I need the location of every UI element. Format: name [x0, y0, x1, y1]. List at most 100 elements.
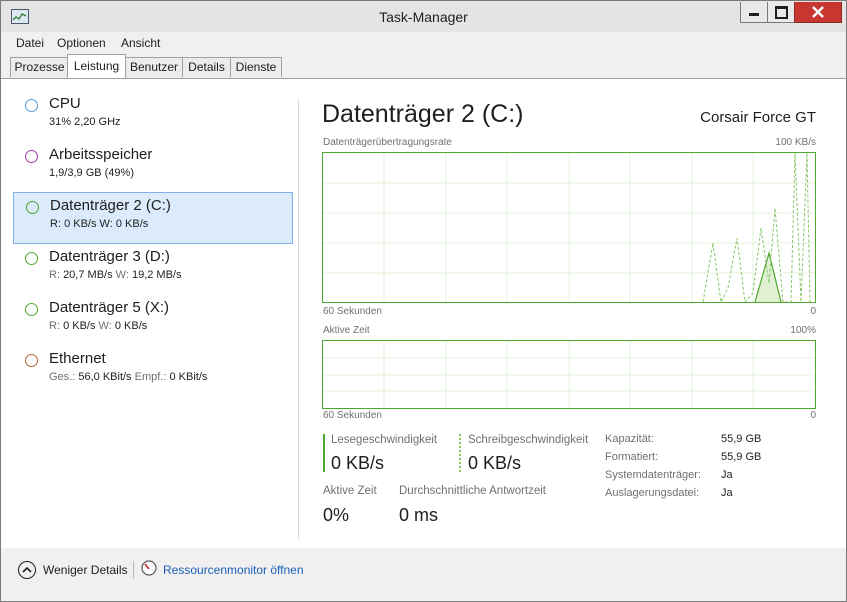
minimize-icon	[749, 13, 759, 16]
receive-value: 0 KBit/s	[169, 371, 208, 383]
system-disk-value: Ja	[721, 469, 733, 481]
sidebar-item-subtitle: R: 0 KB/s W: 0 KB/s	[49, 320, 147, 332]
send-label: Ges.:	[49, 371, 76, 383]
pagefile-value: Ja	[721, 487, 733, 499]
read-label: R:	[49, 269, 60, 281]
ethernet-indicator-dot	[25, 354, 38, 367]
read-speed-label: Lesegeschwindigkeit	[331, 434, 438, 446]
sidebar-item-subtitle: 1,9/3,9 GB (49%)	[49, 167, 134, 179]
performance-panel: CPU 31% 2,20 GHz Arbeitsspeicher 1,9/3,9…	[1, 79, 846, 548]
transfer-rate-chart	[323, 153, 815, 302]
active-time-time-label: 60 Sekunden	[323, 410, 382, 421]
transfer-rate-graph	[322, 152, 816, 303]
write-value: 0 KB/s	[114, 320, 148, 332]
system-disk-label: Systemdatenträger:	[605, 469, 701, 481]
sidebar-item-disk-x[interactable]: Datenträger 5 (X:) R: 0 KB/s W: 0 KB/s	[13, 295, 293, 345]
formatted-label: Formatiert:	[605, 451, 659, 463]
read-speed-indicator	[323, 434, 325, 472]
sidebar-item-subtitle: R: 20,7 MB/s W: 19,2 MB/s	[49, 269, 182, 281]
write-label: W:	[98, 320, 112, 332]
write-speed-label: Schreibgeschwindigkeit	[468, 434, 589, 446]
sidebar-item-title: Arbeitsspeicher	[49, 146, 153, 163]
disk-indicator-dot	[25, 252, 38, 265]
sidebar-item-ethernet[interactable]: Ethernet Ges.: 56,0 KBit/s Empf.: 0 KBit…	[13, 346, 293, 396]
sidebar-item-subtitle: Ges.: 56,0 KBit/s Empf.: 0 KBit/s	[49, 371, 207, 383]
formatted-value: 55,9 GB	[721, 451, 762, 463]
write-value: 19,2 MB/s	[131, 269, 182, 281]
tab-leistung[interactable]: Leistung	[67, 54, 126, 78]
response-time-label: Durchschnittliche Antwortzeit	[399, 485, 547, 497]
sidebar-item-title: CPU	[49, 95, 81, 112]
transfer-rate-label: Datenträgerübertragungsrate	[323, 137, 452, 148]
memory-indicator-dot	[25, 150, 38, 163]
page-title: Datenträger 2 (C:)	[322, 100, 524, 128]
sidebar-item-disk-d[interactable]: Datenträger 3 (D:) R: 20,7 MB/s W: 19,2 …	[13, 244, 293, 294]
sidebar-item-subtitle: 31% 2,20 GHz	[49, 116, 121, 128]
menu-optionen[interactable]: Optionen	[57, 36, 106, 50]
tab-bar: Prozesse Leistung Benutzer Details Diens…	[1, 54, 846, 79]
minimize-button[interactable]	[740, 2, 768, 23]
active-time-value: 0%	[323, 505, 350, 525]
write-label: W:	[99, 218, 113, 230]
task-manager-window: Task-Manager Datei Optionen Ansicht Proz…	[0, 0, 847, 602]
resource-monitor-link[interactable]: Ressourcenmonitor öffnen	[163, 563, 304, 577]
tab-prozesse[interactable]: Prozesse	[10, 57, 69, 77]
panel-divider	[298, 99, 299, 539]
send-value: 56,0 KBit/s	[78, 371, 132, 383]
fewer-details-button[interactable]	[18, 561, 36, 579]
active-time-label: Aktive Zeit	[323, 485, 377, 497]
read-speed-value: 0 KB/s	[331, 453, 385, 473]
transfer-rate-zero: 0	[810, 306, 816, 317]
close-icon	[812, 6, 824, 18]
footer-separator	[133, 561, 134, 579]
sidebar-item-cpu[interactable]: CPU 31% 2,20 GHz	[13, 91, 293, 141]
write-speed-indicator	[459, 434, 463, 472]
fewer-details-link[interactable]: Weniger Details	[43, 563, 127, 577]
receive-label: Empf.:	[134, 371, 167, 383]
capacity-label: Kapazität:	[605, 433, 654, 445]
maximize-icon	[775, 6, 788, 19]
active-time-graph	[322, 340, 816, 409]
title-bar[interactable]: Task-Manager	[1, 1, 846, 32]
disk-indicator-dot	[26, 201, 39, 214]
transfer-rate-time-label: 60 Sekunden	[323, 306, 382, 317]
active-time-chart	[323, 341, 815, 408]
read-value: 0 KB/s	[63, 320, 96, 332]
chevron-up-icon	[22, 566, 32, 573]
read-value: 0 KB/s	[64, 218, 97, 230]
read-value: 20,7 MB/s	[63, 269, 113, 281]
active-time-zero: 0	[810, 410, 816, 421]
device-model: Corsair Force GT	[700, 109, 816, 126]
write-value: 0 KB/s	[115, 218, 149, 230]
cpu-indicator-dot	[25, 99, 38, 112]
menu-datei[interactable]: Datei	[16, 36, 44, 50]
active-time-graph-max: 100%	[790, 325, 816, 336]
sidebar-item-disk-c[interactable]: Datenträger 2 (C:) R: 0 KB/s W: 0 KB/s	[13, 192, 293, 244]
write-label: W:	[115, 269, 129, 281]
tab-details[interactable]: Details	[182, 57, 231, 77]
write-speed-value: 0 KB/s	[468, 453, 522, 473]
sidebar-item-title: Datenträger 3 (D:)	[49, 248, 170, 265]
sidebar-item-title: Datenträger 2 (C:)	[50, 197, 171, 214]
read-label: R:	[50, 218, 61, 230]
transfer-rate-max: 100 KB/s	[775, 137, 816, 148]
sidebar-item-title: Datenträger 5 (X:)	[49, 299, 170, 316]
read-label: R:	[49, 320, 60, 332]
resource-monitor-icon[interactable]	[141, 560, 157, 576]
footer-bar: Weniger Details Ressourcenmonitor öffnen	[1, 548, 846, 601]
sidebar-item-subtitle: R: 0 KB/s W: 0 KB/s	[50, 218, 148, 230]
sidebar-item-memory[interactable]: Arbeitsspeicher 1,9/3,9 GB (49%)	[13, 142, 293, 192]
capacity-value: 55,9 GB	[721, 433, 762, 445]
active-time-graph-label: Aktive Zeit	[323, 325, 370, 336]
maximize-button[interactable]	[767, 2, 795, 23]
window-title: Task-Manager	[379, 9, 468, 25]
sidebar-item-title: Ethernet	[49, 350, 106, 367]
close-button[interactable]	[794, 2, 842, 23]
tab-benutzer[interactable]: Benutzer	[125, 57, 183, 77]
pagefile-label: Auslagerungsdatei:	[605, 487, 700, 499]
response-time-value: 0 ms	[399, 505, 439, 525]
disk-indicator-dot	[25, 303, 38, 316]
menu-bar: Datei Optionen Ansicht	[1, 32, 846, 54]
menu-ansicht[interactable]: Ansicht	[121, 36, 160, 50]
tab-dienste[interactable]: Dienste	[230, 57, 282, 77]
